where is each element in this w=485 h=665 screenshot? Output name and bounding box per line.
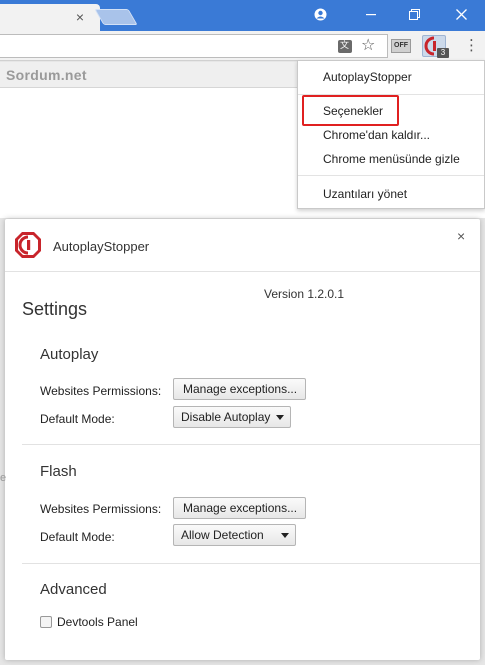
window-titlebar: ×: [0, 0, 485, 31]
flash-mode-value: Allow Detection: [181, 528, 264, 542]
menu-separator: [298, 175, 484, 176]
menu-item-manage-extensions[interactable]: Uzantıları yönet: [298, 183, 484, 205]
autoplay-section-title: Autoplay: [40, 346, 99, 363]
background-text-fragment: e: [0, 472, 7, 484]
options-dialog: AutoplayStopper × Version 1.2.0.1 Settin…: [5, 219, 480, 660]
profile-icon[interactable]: [304, 0, 336, 28]
menu-item-extension-name[interactable]: AutoplayStopper: [298, 66, 484, 88]
menu-item-hide-in-menu[interactable]: Chrome menüsünde gizle: [298, 148, 484, 170]
flash-permissions-label: Websites Permissions:: [40, 502, 162, 516]
section-divider: [22, 444, 480, 445]
autoplay-permissions-label: Websites Permissions:: [40, 384, 162, 398]
flash-section-title: Flash: [40, 463, 77, 480]
restore-icon: [408, 8, 420, 20]
flash-default-mode-select[interactable]: Allow Detection: [173, 524, 296, 546]
dialog-header-divider: [5, 271, 480, 272]
section-divider: [22, 563, 480, 564]
extension-context-menu: AutoplayStopper Seçenekler Chrome'dan ka…: [297, 60, 485, 209]
extension-badge-count: 3: [437, 48, 449, 58]
window-close-icon: [455, 8, 467, 20]
autoplay-default-mode-select[interactable]: Disable Autoplay: [173, 406, 291, 428]
menu-item-remove-from-chrome[interactable]: Chrome'dan kaldır...: [298, 124, 484, 146]
autoplaystopper-logo-icon: [15, 232, 41, 258]
autoplay-mode-value: Disable Autoplay: [181, 410, 271, 424]
flash-manage-exceptions-button[interactable]: Manage exceptions...: [173, 497, 306, 519]
bookmark-star-icon[interactable]: ☆: [361, 37, 375, 55]
active-tab[interactable]: ×: [0, 4, 100, 31]
devtools-panel-label: Devtools Panel: [57, 615, 138, 629]
site-header: Sordum.net: [0, 62, 300, 88]
dialog-title: AutoplayStopper: [53, 239, 150, 254]
restore-button[interactable]: [398, 0, 430, 28]
autoplay-manage-exceptions-button[interactable]: Manage exceptions...: [173, 378, 306, 400]
dropdown-caret-icon: [281, 533, 289, 538]
settings-heading: Settings: [22, 299, 88, 319]
dialog-close-icon[interactable]: ×: [457, 229, 465, 243]
minimize-button[interactable]: [355, 0, 387, 28]
profile-glyph: [314, 8, 326, 20]
devtools-panel-checkbox[interactable]: [40, 616, 52, 628]
menu-separator: [298, 94, 484, 95]
dropdown-caret-icon: [276, 415, 284, 420]
minimize-icon: [366, 14, 376, 16]
browser-toolbar: ☆ OFF 3 ⋮: [0, 31, 485, 61]
extension-off-icon[interactable]: OFF: [391, 39, 411, 53]
advanced-section-title: Advanced: [40, 581, 107, 598]
flash-default-mode-label: Default Mode:: [40, 530, 115, 544]
address-bar[interactable]: ☆: [0, 34, 388, 58]
version-label: Version 1.2.0.1: [264, 287, 345, 301]
autoplay-default-mode-label: Default Mode:: [40, 412, 115, 426]
menu-item-options[interactable]: Seçenekler: [298, 100, 484, 122]
devtools-panel-option[interactable]: Devtools Panel: [40, 615, 138, 629]
window-close-button[interactable]: [445, 0, 477, 28]
chrome-menu-icon[interactable]: ⋮: [464, 37, 479, 55]
site-name[interactable]: Sordum.net: [6, 67, 87, 83]
new-tab-button[interactable]: [94, 9, 138, 25]
translate-icon[interactable]: [338, 40, 352, 53]
tab-close-icon[interactable]: ×: [73, 10, 87, 24]
